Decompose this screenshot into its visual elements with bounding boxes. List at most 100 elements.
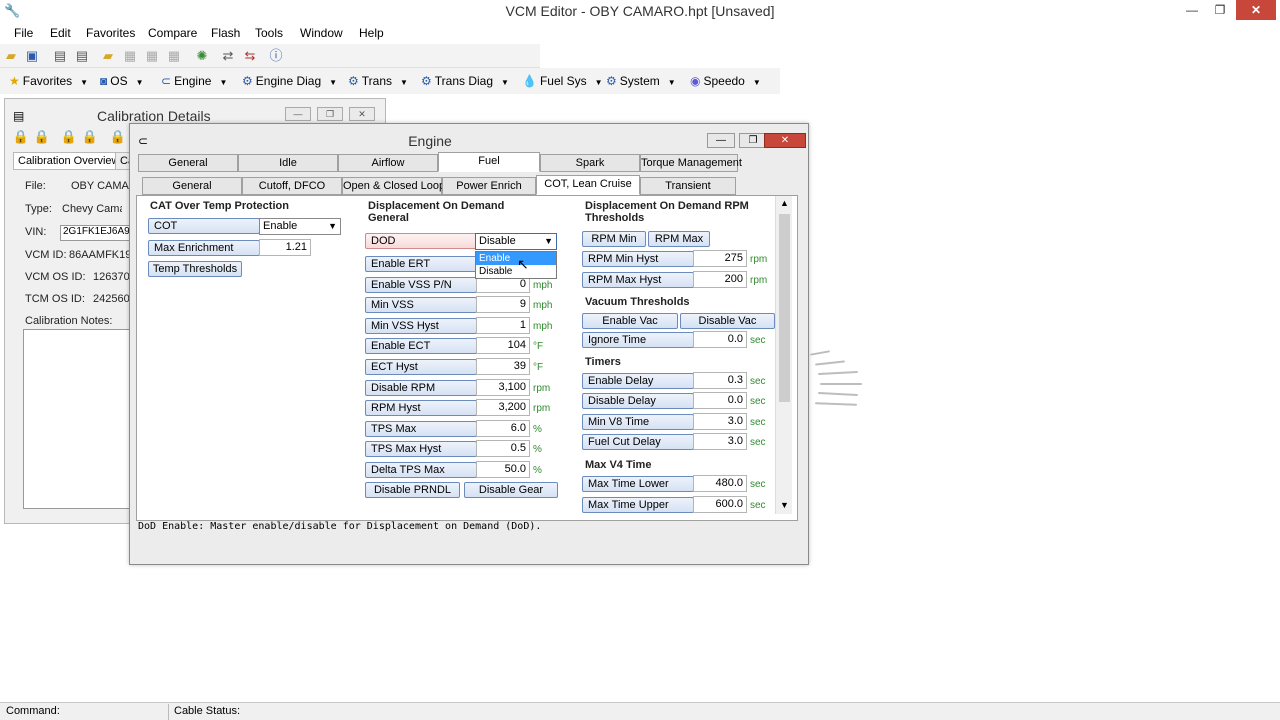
- info-icon[interactable]: ⓘ: [268, 48, 284, 64]
- cot-label[interactable]: COT: [148, 218, 260, 234]
- enable-vss-pn-label[interactable]: Enable VSS P/N: [365, 277, 477, 293]
- subtab-cutoff-dfco[interactable]: Cutoff, DFCO: [242, 177, 342, 195]
- toolbar-engine-diag[interactable]: ⚙ Engine Diag ▼: [242, 74, 337, 88]
- disable-delay-label[interactable]: Disable Delay: [582, 393, 694, 409]
- chevron-down-icon[interactable]: ▼: [780, 500, 789, 510]
- min-v8-time-label[interactable]: Min V8 Time: [582, 414, 694, 430]
- dod-select[interactable]: Disable ▼: [475, 233, 557, 250]
- tab-general[interactable]: General: [138, 154, 238, 172]
- enable-ect-value[interactable]: 104: [476, 337, 530, 354]
- toolbar-engine[interactable]: ⊂ Engine ▼: [161, 74, 227, 88]
- min-vss-hyst-value[interactable]: 1: [476, 317, 530, 334]
- dropdown-option-enable[interactable]: Enable: [476, 252, 556, 265]
- enable-vac-button[interactable]: Enable Vac: [582, 313, 678, 329]
- min-vss-hyst-label[interactable]: Min VSS Hyst: [365, 318, 477, 334]
- disable-rpm-label[interactable]: Disable RPM: [365, 380, 477, 396]
- min-vss-label[interactable]: Min VSS: [365, 297, 477, 313]
- panel-scrollbar[interactable]: ▲ ▼: [775, 196, 792, 514]
- menu-help[interactable]: Help: [359, 26, 384, 40]
- tps-max-hyst-label[interactable]: TPS Max Hyst: [365, 441, 477, 457]
- calibration-notes-textarea[interactable]: [23, 329, 141, 509]
- close-icon[interactable]: ✕: [349, 107, 375, 121]
- min-v8-time-value[interactable]: 3.0: [693, 413, 747, 430]
- ect-hyst-label[interactable]: ECT Hyst: [365, 359, 477, 375]
- rpm-max-button[interactable]: RPM Max: [648, 231, 710, 247]
- ect-hyst-value[interactable]: 39: [476, 358, 530, 375]
- tab-torque-management[interactable]: Torque Management: [640, 154, 742, 172]
- rpm-max-hyst-value[interactable]: 200: [693, 271, 747, 288]
- subtab-general[interactable]: General: [142, 177, 242, 195]
- tab-fuel[interactable]: Fuel: [438, 152, 540, 172]
- chip-icon[interactable]: ✺: [194, 48, 210, 64]
- rpm-min-button[interactable]: RPM Min: [582, 231, 646, 247]
- enable-ect-label[interactable]: Enable ECT: [365, 338, 477, 354]
- cot-select[interactable]: Enable ▼: [259, 218, 341, 235]
- rpm-min-hyst-label[interactable]: RPM Min Hyst: [582, 251, 694, 267]
- max-time-lower-value[interactable]: 480.0: [693, 475, 747, 492]
- save-icon[interactable]: ▣: [24, 48, 40, 64]
- minimize-icon[interactable]: —: [285, 107, 311, 121]
- enable-delay-value[interactable]: 0.3: [693, 372, 747, 389]
- delta-tps-max-value[interactable]: 50.0: [476, 461, 530, 478]
- disable-gear-button[interactable]: Disable Gear: [464, 482, 558, 498]
- scrollbar-thumb[interactable]: [779, 214, 790, 402]
- table-3-icon[interactable]: ▦: [166, 48, 182, 64]
- minimize-icon[interactable]: —: [707, 133, 735, 148]
- toolbar-os[interactable]: ◙ OS ▼: [100, 74, 144, 88]
- tps-max-hyst-value[interactable]: 0.5: [476, 440, 530, 457]
- lock-icon[interactable]: 🔒: [33, 129, 51, 147]
- enable-delay-label[interactable]: Enable Delay: [582, 373, 694, 389]
- toolbar-trans-diag[interactable]: ⚙ Trans Diag ▼: [421, 74, 509, 88]
- minimize-icon[interactable]: —: [1178, 0, 1206, 20]
- dod-label[interactable]: DOD: [365, 233, 477, 249]
- menu-file[interactable]: File: [14, 26, 33, 40]
- menu-flash[interactable]: Flash: [211, 26, 240, 40]
- open-folder-icon[interactable]: ▰: [3, 48, 19, 64]
- lock-icon[interactable]: 🔒: [60, 129, 78, 147]
- fuel-cut-delay-value[interactable]: 3.0: [693, 433, 747, 450]
- rpm-max-hyst-label[interactable]: RPM Max Hyst: [582, 272, 694, 288]
- menu-edit[interactable]: Edit: [50, 26, 71, 40]
- max-time-lower-label[interactable]: Max Time Lower: [582, 476, 694, 492]
- dropdown-option-disable[interactable]: Disable: [476, 265, 556, 278]
- tab-idle[interactable]: Idle: [238, 154, 338, 172]
- tps-max-label[interactable]: TPS Max: [365, 421, 477, 437]
- menu-favorites[interactable]: Favorites: [86, 26, 135, 40]
- vin-field[interactable]: 2G1FK1EJ6A9: [60, 225, 140, 241]
- document-copy-icon[interactable]: ▤: [74, 48, 90, 64]
- disable-vac-button[interactable]: Disable Vac: [680, 313, 775, 329]
- rpm-hyst-value[interactable]: 3,200: [476, 399, 530, 416]
- flash-read-icon[interactable]: ⇄: [220, 48, 236, 64]
- delta-tps-max-label[interactable]: Delta TPS Max: [365, 462, 477, 478]
- restore-icon[interactable]: ❐: [317, 107, 343, 121]
- tab-calibration-overview[interactable]: Calibration Overview: [13, 152, 125, 170]
- subtab-open-closed-loop[interactable]: Open & Closed Loop: [342, 177, 445, 195]
- min-vss-value[interactable]: 9: [476, 296, 530, 313]
- tps-max-value[interactable]: 6.0: [476, 420, 530, 437]
- menu-compare[interactable]: Compare: [148, 26, 197, 40]
- max-time-upper-label[interactable]: Max Time Upper: [582, 497, 694, 513]
- lock-icon[interactable]: 🔒: [109, 129, 127, 147]
- fuel-cut-delay-label[interactable]: Fuel Cut Delay: [582, 434, 694, 450]
- menu-window[interactable]: Window: [300, 26, 343, 40]
- rpm-min-hyst-value[interactable]: 275: [693, 250, 747, 267]
- disable-rpm-value[interactable]: 3,100: [476, 379, 530, 396]
- tab-airflow[interactable]: Airflow: [338, 154, 438, 172]
- rpm-hyst-label[interactable]: RPM Hyst: [365, 400, 477, 416]
- temp-thresholds-button[interactable]: Temp Thresholds: [148, 261, 242, 277]
- tab-spark[interactable]: Spark: [540, 154, 640, 172]
- ignore-time-label[interactable]: Ignore Time: [582, 332, 694, 348]
- max-time-upper-value[interactable]: 600.0: [693, 496, 747, 513]
- close-icon[interactable]: ✕: [1236, 0, 1276, 20]
- restore-icon[interactable]: ❐: [739, 133, 767, 148]
- toolbar-trans[interactable]: ⚙ Trans ▼: [348, 74, 408, 88]
- document-icon[interactable]: ▤: [52, 48, 68, 64]
- lock-icon[interactable]: 🔒: [81, 129, 99, 147]
- subtab-power-enrich[interactable]: Power Enrich: [442, 177, 536, 195]
- max-enrichment-value[interactable]: 1.21: [259, 239, 311, 256]
- flash-write-icon[interactable]: ⇆: [242, 48, 258, 64]
- disable-delay-value[interactable]: 0.0: [693, 392, 747, 409]
- subtab-transient[interactable]: Transient: [640, 177, 736, 195]
- toolbar-speedo[interactable]: ◉ Speedo ▼: [690, 74, 761, 88]
- enable-ert-label[interactable]: Enable ERT: [365, 256, 477, 272]
